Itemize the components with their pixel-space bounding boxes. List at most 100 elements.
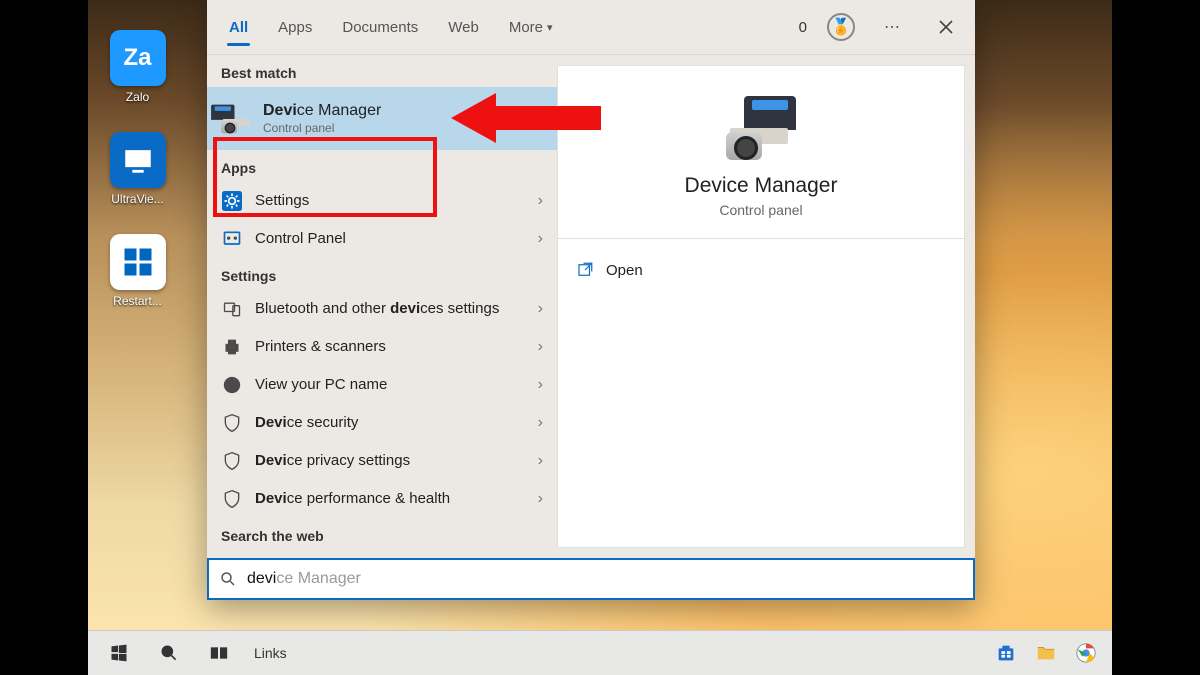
open-label: Open	[606, 262, 643, 279]
desktop-icon-zalo[interactable]: Za Zalo	[108, 30, 168, 104]
tab-more[interactable]: More ▾	[499, 0, 563, 54]
section-search-web: Search the web	[207, 518, 557, 550]
section-best-match: Best match	[207, 55, 557, 87]
chevron-right-icon: ›	[538, 338, 543, 356]
chevron-right-icon: ›	[538, 230, 543, 248]
chevron-right-icon: ›	[538, 414, 543, 432]
detail-card: Device Manager Control panel Open	[557, 65, 965, 548]
result-label: Bluetooth and other devices settings	[255, 300, 526, 319]
detail-subtitle: Control panel	[568, 202, 954, 218]
pillarbox-left	[0, 0, 88, 675]
chevron-right-icon: ›	[538, 376, 543, 394]
zalo-icon: Za	[110, 30, 166, 86]
more-options-button[interactable]: ⋯	[875, 10, 909, 44]
detail-hero: Device Manager Control panel	[558, 66, 964, 239]
result-control-panel-app[interactable]: Control Panel ›	[207, 220, 557, 258]
search-icon	[159, 643, 179, 663]
section-settings: Settings	[207, 258, 557, 290]
tab-web[interactable]: Web	[438, 0, 489, 54]
tab-more-label: More	[509, 19, 543, 36]
tab-apps[interactable]: Apps	[268, 0, 322, 54]
pillarbox-right	[1112, 0, 1200, 675]
tab-documents[interactable]: Documents	[332, 0, 428, 54]
desktop-icon-label: Restart...	[108, 294, 168, 308]
result-settings-app[interactable]: Settings ›	[207, 182, 557, 220]
control-panel-icon	[221, 228, 243, 250]
chevron-right-icon: ›	[538, 192, 543, 210]
chevron-right-icon: ›	[538, 490, 543, 508]
rewards-points: 0	[799, 19, 807, 36]
tab-all[interactable]: All	[219, 0, 258, 54]
desktop-icons-column: Za Zalo UltraVie... Restart...	[90, 30, 185, 336]
rewards-badge-icon[interactable]: 🏅	[827, 13, 855, 41]
section-apps: Apps	[207, 150, 557, 182]
windows-icon	[109, 643, 129, 663]
desktop-icon-label: UltraVie...	[108, 192, 168, 206]
result-label: Control Panel	[255, 230, 526, 249]
result-best-device-manager[interactable]: Device Manager Control panel	[207, 87, 557, 150]
search-typed-text: devi	[247, 570, 276, 587]
tray-file-explorer[interactable]	[1032, 639, 1060, 667]
result-bluetooth-settings[interactable]: Bluetooth and other devices settings ›	[207, 290, 557, 328]
search-panel: All Apps Documents Web More ▾ 0 🏅 ⋯ Best…	[207, 0, 975, 600]
result-view-pc-name[interactable]: View your PC name ›	[207, 366, 557, 404]
task-view-button[interactable]	[196, 631, 242, 675]
start-button[interactable]	[96, 631, 142, 675]
header-right: 0 🏅 ⋯	[799, 10, 963, 44]
tray-microsoft-store[interactable]	[992, 639, 1020, 667]
chrome-icon	[1075, 642, 1097, 664]
device-manager-icon	[221, 104, 251, 134]
detail-column: Device Manager Control panel Open	[557, 55, 975, 558]
desktop-icon-restart[interactable]: Restart...	[108, 234, 168, 308]
result-label: Device privacy settings	[255, 452, 526, 471]
results-column: Best match Device Manager Control panel …	[207, 55, 557, 558]
shield-icon	[221, 488, 243, 510]
info-icon	[221, 374, 243, 396]
search-icon	[219, 570, 237, 588]
result-label: View your PC name	[255, 376, 526, 395]
chevron-down-icon: ▾	[547, 21, 553, 34]
restart-icon	[110, 234, 166, 290]
result-subtitle: Control panel	[263, 121, 543, 136]
search-input[interactable]: device Manager	[247, 570, 963, 588]
ultraviewer-icon	[110, 132, 166, 188]
gear-icon	[221, 190, 243, 212]
result-label: Device performance & health	[255, 490, 526, 509]
result-label: Printers & scanners	[255, 338, 526, 357]
result-device-performance[interactable]: Device performance & health ›	[207, 480, 557, 518]
search-input-bar[interactable]: device Manager	[207, 558, 975, 600]
taskbar: Links	[88, 630, 1112, 675]
printer-icon	[221, 336, 243, 358]
store-icon	[995, 642, 1017, 664]
result-device-privacy[interactable]: Device privacy settings ›	[207, 442, 557, 480]
task-view-icon	[209, 643, 229, 663]
result-title: Device Manager Control panel	[263, 101, 543, 136]
tray-chrome[interactable]	[1072, 639, 1100, 667]
result-label: Settings	[255, 192, 526, 211]
open-action[interactable]: Open	[558, 249, 964, 291]
close-icon	[938, 19, 954, 35]
search-header: All Apps Documents Web More ▾ 0 🏅 ⋯	[207, 0, 975, 55]
folder-icon	[1035, 642, 1057, 664]
filter-tabs: All Apps Documents Web More ▾	[219, 0, 563, 54]
result-device-security[interactable]: Device security ›	[207, 404, 557, 442]
detail-title: Device Manager	[568, 174, 954, 198]
search-body: Best match Device Manager Control panel …	[207, 55, 975, 558]
chevron-right-icon: ›	[538, 452, 543, 470]
result-web-search[interactable]: devi - See web results ›	[207, 550, 557, 558]
device-manager-icon	[726, 96, 796, 160]
shield-icon	[221, 412, 243, 434]
search-taskbar-button[interactable]	[146, 631, 192, 675]
search-suggestion-text: ce Manager	[276, 570, 361, 587]
desktop-icon-ultraviewer[interactable]: UltraVie...	[108, 132, 168, 206]
result-printers-scanners[interactable]: Printers & scanners ›	[207, 328, 557, 366]
desktop-icon-label: Zalo	[108, 90, 168, 104]
shield-icon	[221, 450, 243, 472]
detail-actions: Open	[558, 239, 964, 301]
open-icon	[576, 261, 594, 279]
close-button[interactable]	[929, 10, 963, 44]
devices-icon	[221, 298, 243, 320]
chevron-right-icon: ›	[538, 300, 543, 318]
taskbar-toolbar-links[interactable]: Links	[246, 645, 295, 661]
result-label: Device security	[255, 414, 526, 433]
